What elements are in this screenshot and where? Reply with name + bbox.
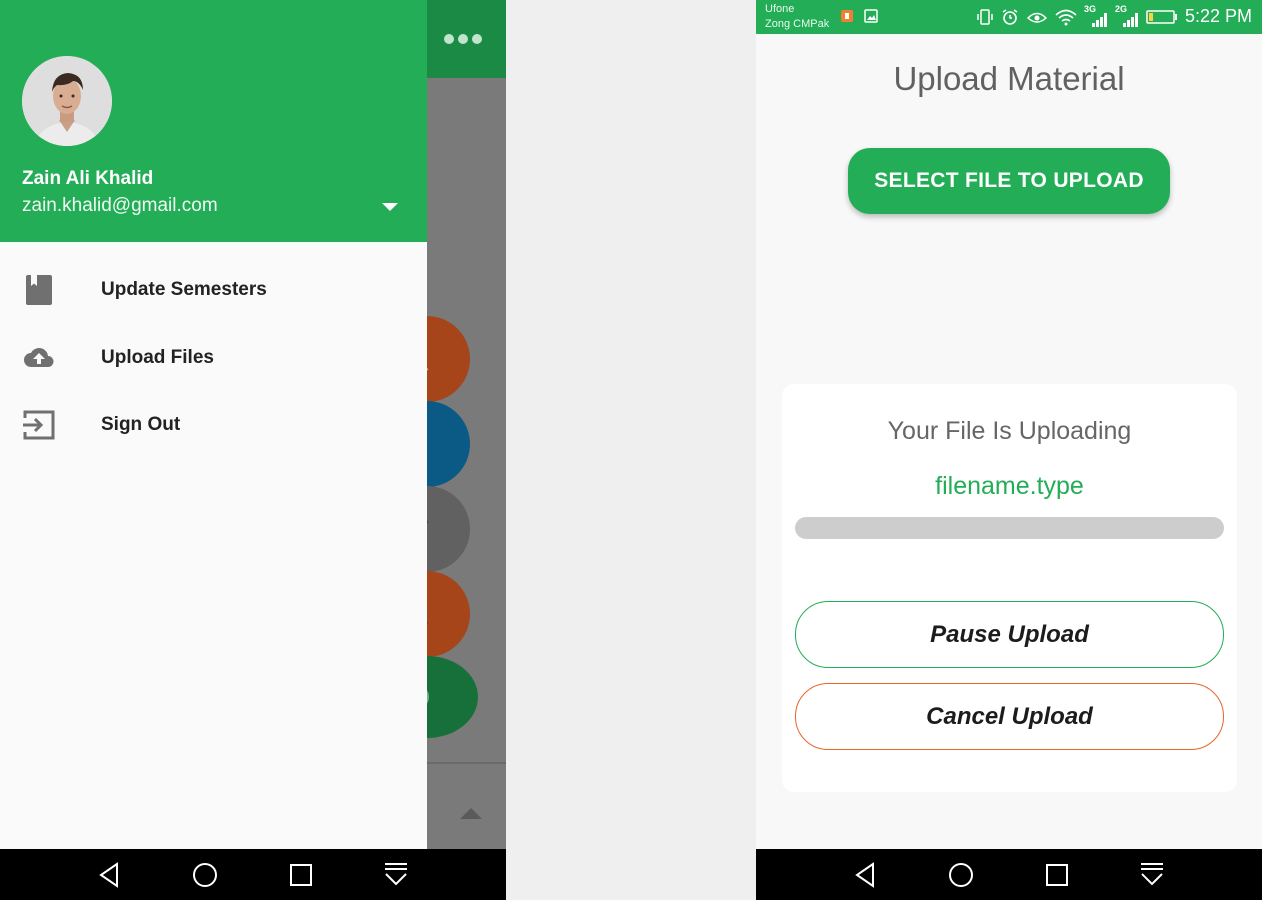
- notification-icons: [840, 9, 878, 23]
- carrier-names: Ufone Zong CMPak: [765, 2, 829, 32]
- recents-icon[interactable]: [1043, 861, 1071, 889]
- eye-comfort-icon: [1026, 12, 1048, 23]
- gallery-icon: [864, 9, 878, 23]
- navigation-drawer: Zain Ali Khalid zain.khalid@gmail.com Up…: [0, 0, 427, 849]
- notification-pull-icon[interactable]: [382, 861, 410, 889]
- home-icon[interactable]: [191, 861, 219, 889]
- select-file-button[interactable]: SELECT FILE TO UPLOAD: [848, 148, 1170, 214]
- book-icon: [26, 275, 52, 305]
- upload-card: Your File Is Uploading filename.type Pau…: [782, 384, 1237, 792]
- drawer-item-label: Update Semesters: [101, 279, 267, 300]
- drawer-item-sign-out[interactable]: Sign Out: [0, 394, 427, 454]
- drawer-item-upload-files[interactable]: Upload Files: [0, 327, 427, 387]
- status-bar: Ufone Zong CMPak 3G 2G 5:22 PM: [756, 0, 1262, 34]
- system-indicators: 3G 2G 5:22 PM: [976, 4, 1252, 27]
- cancel-upload-button[interactable]: Cancel Upload: [795, 683, 1224, 750]
- back-icon[interactable]: [96, 861, 124, 889]
- signal-1: 3G: [1084, 4, 1108, 27]
- signal-2: 2G: [1115, 4, 1139, 27]
- clock: 5:22 PM: [1184, 6, 1252, 26]
- signal-bars-icon: [1122, 12, 1138, 27]
- cloud-upload-icon: [24, 348, 54, 367]
- home-icon[interactable]: [947, 861, 975, 889]
- account-dropdown-icon[interactable]: [382, 203, 398, 211]
- upload-progress-bar: [795, 517, 1224, 539]
- back-icon[interactable]: [852, 861, 880, 889]
- carrier-1: Ufone: [765, 3, 795, 15]
- page-title: Upload Material: [893, 60, 1125, 97]
- user-name: Zain Ali Khalid: [22, 168, 154, 189]
- carrier-2: Zong CMPak: [765, 18, 830, 30]
- background-divider: [427, 762, 506, 764]
- battery-icon: [1146, 9, 1177, 24]
- file-name: filename.type: [935, 472, 1084, 500]
- exit-icon: [23, 410, 55, 440]
- user-email: zain.khalid@gmail.com: [22, 195, 218, 216]
- upload-status-text: Your File Is Uploading: [887, 417, 1132, 445]
- drawer-item-label: Upload Files: [101, 347, 214, 368]
- pause-upload-button[interactable]: Pause Upload: [795, 601, 1224, 668]
- expand-up-icon: [460, 808, 482, 819]
- drawer-header: Zain Ali Khalid zain.khalid@gmail.com: [0, 0, 427, 242]
- drawer-item-label: Sign Out: [101, 414, 181, 435]
- wifi-icon: [1055, 9, 1077, 25]
- avatar[interactable]: [22, 56, 112, 146]
- system-nav-bar: [756, 849, 1262, 900]
- app-notification-icon: [841, 10, 853, 22]
- right-screen: Ufone Zong CMPak 3G 2G 5:22 PM Upload Ma…: [756, 0, 1262, 900]
- drawer-item-update-semesters[interactable]: Update Semesters: [0, 259, 427, 319]
- alarm-icon: [1002, 8, 1018, 25]
- recents-icon[interactable]: [287, 861, 315, 889]
- notification-pull-icon[interactable]: [1138, 861, 1166, 889]
- signal-bars-icon: [1091, 12, 1107, 27]
- system-nav-bar: [0, 849, 506, 900]
- vibrate-icon: [977, 8, 993, 25]
- left-screen: Zain Ali Khalid zain.khalid@gmail.com Up…: [0, 0, 506, 900]
- overflow-menu-icon: [444, 34, 482, 44]
